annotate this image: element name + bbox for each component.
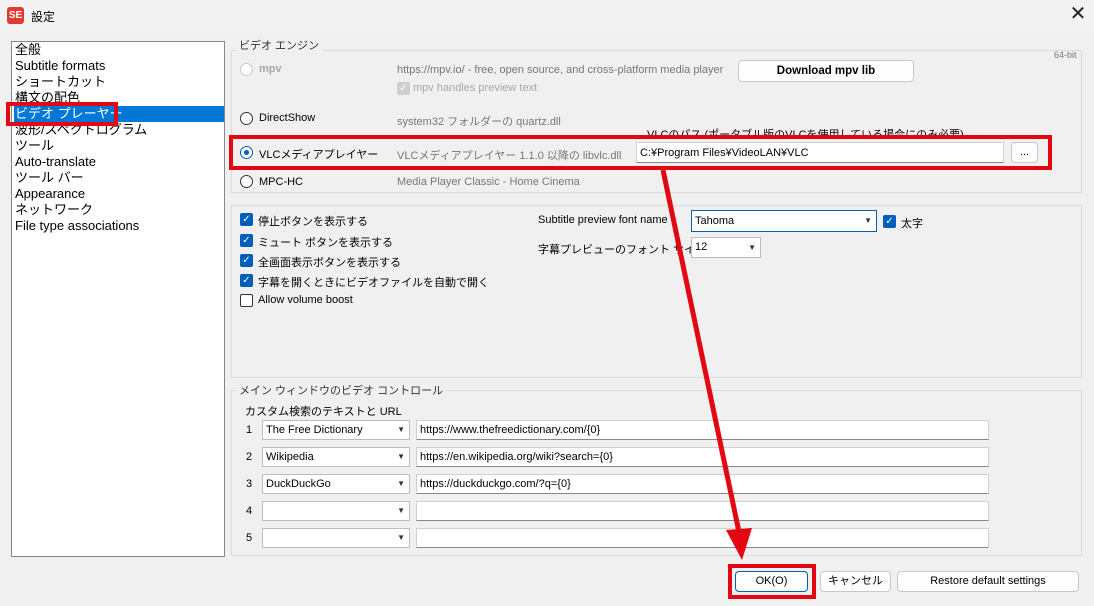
arrow-shaft: [660, 169, 742, 533]
arrow-head: [726, 528, 752, 560]
annotation-arrow: [660, 169, 752, 560]
